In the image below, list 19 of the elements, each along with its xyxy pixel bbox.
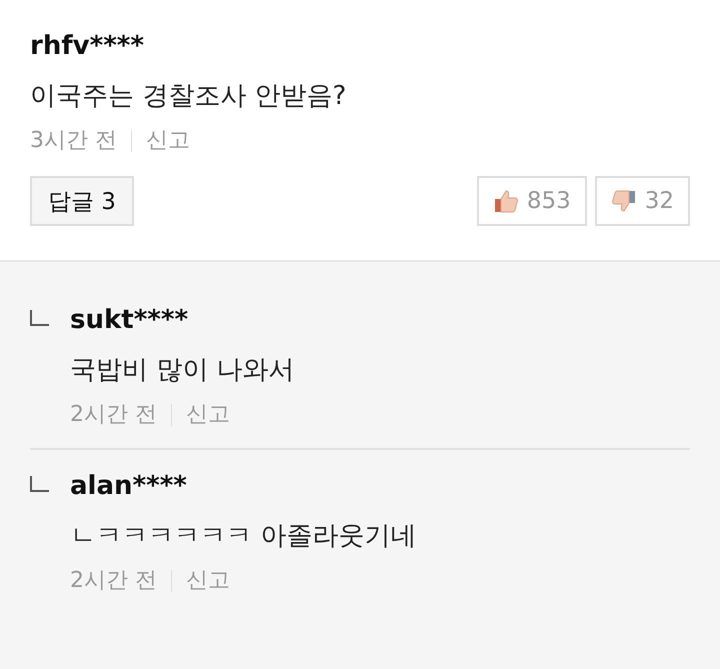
reply-button[interactable]: 답글 3 — [30, 176, 134, 226]
reply-author: sukt**** — [70, 304, 190, 337]
reply-time: 2시간 전 — [70, 401, 157, 429]
reply-corner-icon — [30, 476, 50, 492]
report-link[interactable]: 신고 — [186, 566, 230, 596]
reply-time: 2시간 전 — [70, 567, 157, 595]
report-link[interactable]: 신고 — [186, 400, 230, 430]
reply-text: ㄴㅋㅋㅋㅋㅋㅋ 아졸라웃기네 — [70, 520, 416, 553]
reply-text: 국밥비 많이 나와서 — [70, 354, 295, 387]
report-link[interactable]: 신고 — [146, 126, 190, 156]
like-button[interactable]: 853 — [476, 176, 587, 226]
comment-text: 이국주는 경찰조사 안받음? — [30, 80, 348, 113]
reply-author: alan**** — [70, 470, 188, 503]
comment-time: 3시간 전 — [30, 127, 117, 155]
reply-corner-icon — [30, 310, 50, 326]
thumbs-down-icon — [610, 188, 637, 214]
thumbs-up-icon — [492, 188, 519, 214]
dislike-button[interactable]: 32 — [594, 176, 690, 226]
comment-author: rhfv**** — [30, 30, 145, 63]
